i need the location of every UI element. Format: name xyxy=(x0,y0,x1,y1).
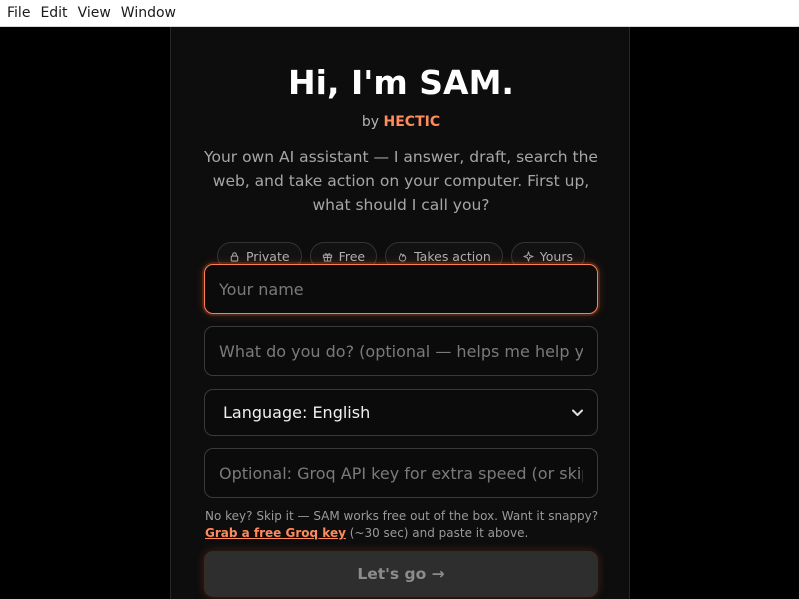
chip-label: Free xyxy=(338,248,366,264)
gift-icon xyxy=(322,251,333,262)
lets-go-button[interactable]: Let's go → xyxy=(204,551,598,597)
lock-icon xyxy=(229,251,240,262)
api-key-input[interactable] xyxy=(204,448,598,498)
language-select-value: Language: English xyxy=(223,403,371,422)
menu-bar: File Edit View Window xyxy=(0,0,799,27)
intro-text: Your own AI assistant — I answer, draft,… xyxy=(204,148,598,214)
groq-key-link[interactable]: Grab a free Groq key xyxy=(205,526,346,540)
sparkle-icon xyxy=(523,250,534,262)
language-select[interactable]: Language: English xyxy=(204,389,598,436)
chip-label: Private xyxy=(245,248,290,264)
page-title: Hi, I'm SAM. xyxy=(288,63,514,102)
role-input[interactable] xyxy=(204,326,598,376)
byline-prefix: by xyxy=(361,114,380,130)
onboarding-panel: Hi, I'm SAM. by HECTIC Your own AI assis… xyxy=(170,27,630,599)
chip-label: Takes action xyxy=(414,248,491,264)
byline: by HECTIC xyxy=(171,113,631,131)
menu-edit[interactable]: Edit xyxy=(35,0,72,27)
flame-icon xyxy=(397,251,408,262)
menu-view[interactable]: View xyxy=(73,0,116,27)
helper-suffix: (~30 sec) and paste it above. xyxy=(349,526,529,540)
brand-name: HECTIC xyxy=(383,114,441,130)
menu-window[interactable]: Window xyxy=(116,0,181,27)
menu-file[interactable]: File xyxy=(2,0,35,27)
name-input[interactable] xyxy=(204,264,598,314)
helper-text: No key? Skip it — SAM works free out of … xyxy=(205,508,605,542)
chip-label: Yours xyxy=(539,248,573,264)
chevron-down-icon xyxy=(572,409,583,417)
helper-message: No key? Skip it — SAM works free out of … xyxy=(205,509,599,523)
